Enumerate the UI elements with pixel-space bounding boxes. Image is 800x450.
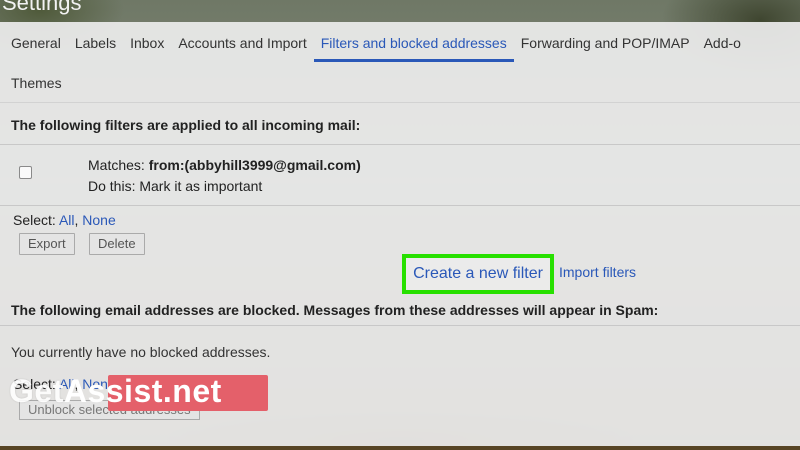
create-new-filter-link[interactable]: Create a new filter: [413, 265, 543, 283]
no-blocked-text: You currently have no blocked addresses.: [11, 344, 271, 360]
tab-labels[interactable]: Labels: [68, 22, 123, 62]
filter-checkbox[interactable]: [19, 166, 32, 179]
blocked-heading: The following email addresses are blocke…: [11, 302, 659, 318]
action-label: Do this:: [88, 178, 136, 194]
filter-row-divider: [0, 205, 800, 206]
tab-forwarding-pop-imap[interactable]: Forwarding and POP/IMAP: [514, 22, 697, 62]
matches-value[interactable]: from:(abbyhill3999@gmail.com): [149, 157, 361, 173]
watermark-part1: Get: [9, 373, 64, 409]
tab-general[interactable]: General: [4, 22, 68, 62]
select-label: Select:: [13, 212, 56, 228]
create-filter-highlight: Create a new filter: [402, 254, 554, 294]
background-bottom-strip: [0, 446, 800, 450]
delete-button[interactable]: Delete: [89, 233, 145, 255]
tab-accounts-and-import[interactable]: Accounts and Import: [171, 22, 313, 62]
tab-inbox[interactable]: Inbox: [123, 22, 171, 62]
select-separator: ,: [74, 212, 79, 228]
section-divider: [0, 144, 800, 145]
filters-select-row: Select: All, None: [13, 212, 116, 228]
settings-tabs: General Labels Inbox Accounts and Import…: [4, 22, 748, 62]
import-filters-link[interactable]: Import filters: [559, 264, 636, 280]
filter-action: Do this: Mark it as important: [88, 178, 262, 194]
tab-add-ons[interactable]: Add-o: [697, 22, 748, 62]
matches-label: Matches:: [88, 157, 145, 173]
select-all-link[interactable]: All: [59, 212, 75, 228]
filter-matches: Matches: from:(abbyhill3999@gmail.com): [88, 157, 361, 173]
tab-themes[interactable]: Themes: [4, 62, 69, 102]
blocked-divider: [0, 325, 800, 326]
select-none-link[interactable]: None: [82, 212, 115, 228]
tab-filters-and-blocked-addresses[interactable]: Filters and blocked addresses: [313, 22, 514, 62]
page-title: Settings: [2, 0, 82, 15]
filters-heading: The following filters are applied to all…: [11, 117, 361, 133]
settings-tabs-row-2: Themes: [4, 62, 69, 102]
watermark-logo: GetAssist.net: [9, 373, 222, 410]
watermark-part2: Assist.net: [63, 373, 222, 409]
tabs-divider: [0, 102, 800, 103]
export-button[interactable]: Export: [19, 233, 75, 255]
action-value: Mark it as important: [139, 178, 263, 194]
